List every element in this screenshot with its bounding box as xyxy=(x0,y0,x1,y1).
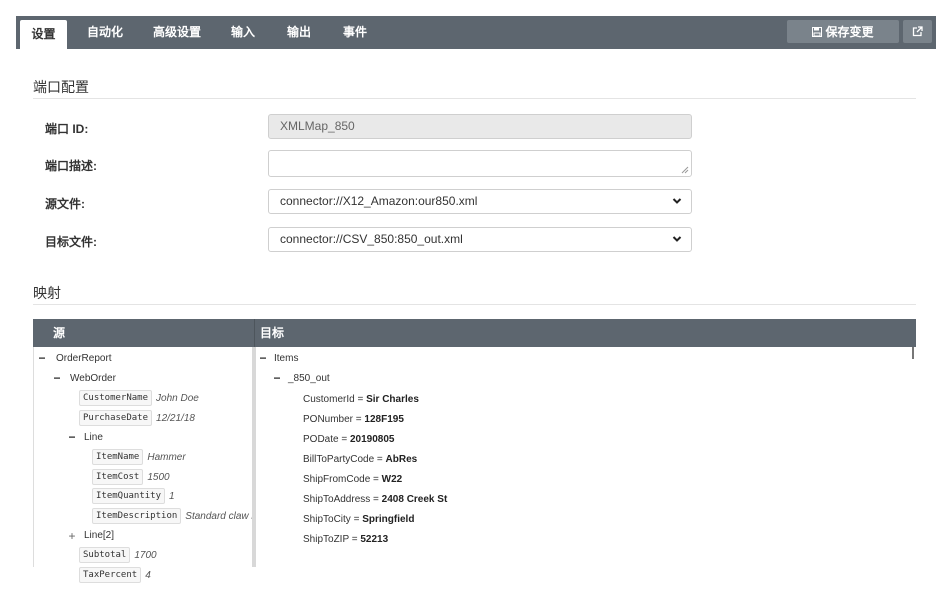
target-scrollbar[interactable] xyxy=(912,347,914,359)
target-field-shiptozip[interactable]: ShipToZIP = 52213 xyxy=(303,534,388,545)
top-tab-bar: 设置 自动化 高级设置 输入 输出 事件 保存变更 xyxy=(16,16,936,49)
section-divider xyxy=(33,98,916,99)
target-field-shiptoaddress[interactable]: ShipToAddress = 2408 Creek St xyxy=(303,494,447,505)
port-id-label: 端口 ID: xyxy=(45,122,89,136)
section-divider xyxy=(33,304,916,305)
mapping-title: 映射 xyxy=(33,285,61,301)
tree-leaf-itemdescription[interactable]: ItemDescription Standard claw ho xyxy=(92,507,252,525)
source-file-value: connector://X12_Amazon:our850.xml xyxy=(280,194,478,208)
leaf-name[interactable]: ItemQuantity xyxy=(92,488,166,504)
source-file-select[interactable]: connector://X12_Amazon:our850.xml xyxy=(268,189,692,214)
target-file-select[interactable]: connector://CSV_850:850_out.xml xyxy=(268,227,692,252)
leaf-value: 12/21/18 xyxy=(156,412,195,424)
expand-icon[interactable]: + xyxy=(67,530,77,542)
leaf-value: Standard claw ho xyxy=(185,510,252,522)
external-link-button[interactable] xyxy=(903,20,932,43)
tab-settings[interactable]: 设置 xyxy=(20,20,67,49)
source-file-label: 源文件: xyxy=(45,197,85,211)
port-config-title: 端口配置 xyxy=(33,79,89,95)
save-icon xyxy=(812,26,823,37)
target-field-shiptocity[interactable]: ShipToCity = Springfield xyxy=(303,514,414,525)
tree-node-weborder[interactable]: WebOrder xyxy=(70,373,116,384)
leaf-name[interactable]: PurchaseDate xyxy=(79,410,153,426)
leaf-name[interactable]: ItemDescription xyxy=(92,508,182,524)
tree-leaf-itemname[interactable]: ItemName Hammer xyxy=(92,448,186,466)
tab-input[interactable]: 输入 xyxy=(225,16,261,49)
save-changes-button[interactable]: 保存变更 xyxy=(787,20,899,43)
collapse-icon[interactable]: − xyxy=(52,372,62,384)
chevron-down-icon xyxy=(672,198,682,204)
target-field-ponumber[interactable]: PONumber = 128F195 xyxy=(303,414,404,425)
target-field-shipfromcode[interactable]: ShipFromCode = W22 xyxy=(303,474,402,485)
port-id-field: XMLMap_850 xyxy=(268,114,692,139)
tree-node-850-out[interactable]: _850_out xyxy=(288,373,330,384)
leaf-value: 1700 xyxy=(134,549,157,561)
tree-leaf-itemquantity[interactable]: ItemQuantity 1 xyxy=(92,487,175,505)
tree-node-line2[interactable]: Line[2] xyxy=(84,530,114,541)
leaf-value: 1500 xyxy=(147,471,170,483)
tab-events[interactable]: 事件 xyxy=(337,16,373,49)
collapse-icon[interactable]: − xyxy=(37,352,47,364)
target-file-value: connector://CSV_850:850_out.xml xyxy=(280,232,463,246)
tree-leaf-customername[interactable]: CustomerName John Doe xyxy=(79,389,199,407)
target-field-billtopartycode[interactable]: BillToPartyCode = AbRes xyxy=(303,454,417,465)
port-description-label: 端口描述: xyxy=(45,159,97,173)
tab-output[interactable]: 输出 xyxy=(281,16,317,49)
leaf-name[interactable]: TaxPercent xyxy=(79,567,142,583)
collapse-icon[interactable]: − xyxy=(272,372,282,384)
save-changes-label: 保存变更 xyxy=(825,25,874,39)
target-field-podate[interactable]: PODate = 20190805 xyxy=(303,434,394,445)
tree-leaf-taxpercent[interactable]: TaxPercent 4 xyxy=(79,566,151,584)
tree-node-orderreport[interactable]: OrderReport xyxy=(56,353,112,364)
tab-advanced-settings[interactable]: 高级设置 xyxy=(147,16,207,49)
target-file-label: 目标文件: xyxy=(45,235,97,249)
panel-resize-handle[interactable] xyxy=(252,347,256,567)
tree-leaf-itemcost[interactable]: ItemCost 1500 xyxy=(92,468,170,486)
tree-node-line[interactable]: Line xyxy=(84,432,103,443)
leaf-value: 1 xyxy=(169,490,175,502)
source-panel-header: 源 xyxy=(33,319,254,347)
collapse-icon[interactable]: − xyxy=(67,431,77,443)
leaf-name[interactable]: CustomerName xyxy=(79,390,153,406)
target-panel-header: 目标 xyxy=(254,319,916,347)
resize-grip-icon[interactable] xyxy=(681,166,689,174)
tree-node-items[interactable]: Items xyxy=(274,353,298,364)
target-field-customerid[interactable]: CustomerId = Sir Charles xyxy=(303,394,419,405)
external-link-icon xyxy=(912,26,923,37)
leaf-value: 4 xyxy=(145,569,151,581)
leaf-name[interactable]: Subtotal xyxy=(79,547,131,563)
leaf-name[interactable]: ItemName xyxy=(92,449,144,465)
tree-leaf-subtotal[interactable]: Subtotal 1700 xyxy=(79,546,157,564)
leaf-value: Hammer xyxy=(147,451,186,463)
collapse-icon[interactable]: − xyxy=(258,352,268,364)
tree-leaf-purchasedate[interactable]: PurchaseDate 12/21/18 xyxy=(79,409,195,427)
port-description-textarea[interactable] xyxy=(268,150,692,177)
chevron-down-icon xyxy=(672,236,682,242)
leaf-name[interactable]: ItemCost xyxy=(92,469,144,485)
leaf-value: John Doe xyxy=(156,392,199,404)
tab-automation[interactable]: 自动化 xyxy=(80,16,130,49)
